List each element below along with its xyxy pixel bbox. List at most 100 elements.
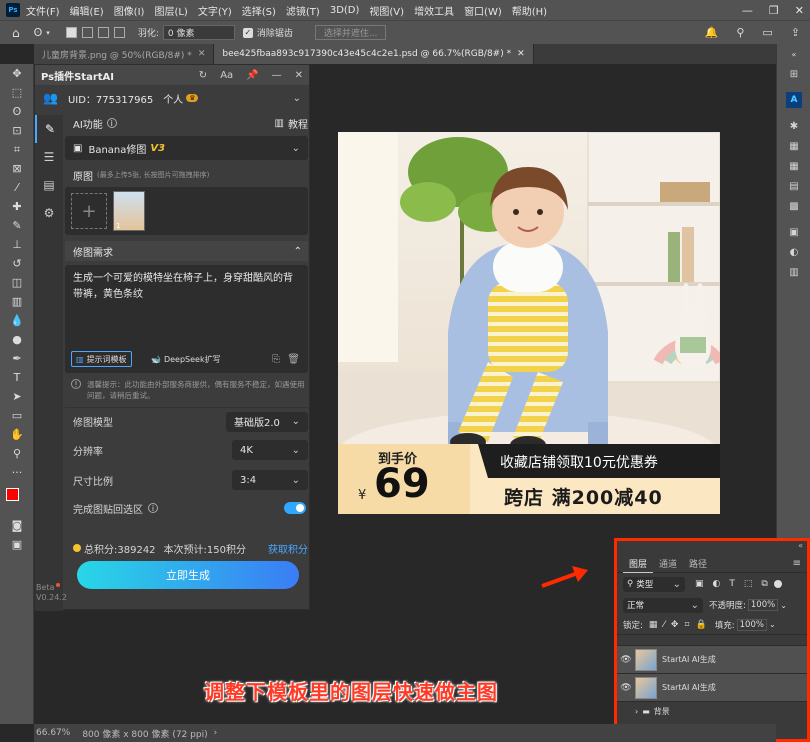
workspace-icon[interactable]: ▭ [762, 26, 772, 39]
blend-mode-select[interactable]: 正常 ⌄ [623, 597, 703, 613]
tab-psd[interactable]: bee425fbaa893c917390c43e45c4c2e1.psd @ 6… [214, 44, 534, 64]
menu-edit[interactable]: 编辑(E) [70, 3, 104, 18]
layer-row[interactable]: 👁 StartAI AI生成 [617, 673, 807, 701]
upload-plus-icon[interactable]: + [71, 193, 107, 229]
zoom-tool-icon[interactable]: ⚲ [0, 444, 34, 463]
move-tool-icon[interactable]: ✥ [0, 64, 34, 83]
chevron-down-icon[interactable]: ⌄ [780, 601, 787, 610]
gradients-icon[interactable]: ▤ [777, 176, 810, 196]
color-icon[interactable]: ▦ [777, 136, 810, 156]
blur-tool-icon[interactable]: 💧 [0, 311, 34, 330]
pin-icon[interactable]: 📌 [246, 70, 258, 81]
menu-filter[interactable]: 滤镜(T) [286, 3, 320, 18]
path-select-icon[interactable]: ➤ [0, 387, 34, 406]
fill-input[interactable]: 100% [736, 618, 767, 631]
feather-input[interactable]: 0 像素 [162, 25, 235, 40]
document-canvas[interactable]: 到手价 ¥ 69 收藏店铺领取10元优惠券 跨店 满200减40 [338, 132, 720, 514]
layers-stack-icon[interactable]: ☰ [35, 143, 63, 171]
lock-all-icon[interactable]: 🔒 [696, 620, 707, 630]
dodge-tool-icon[interactable]: ● [0, 330, 34, 349]
panel-menu-icon[interactable]: ≡ [793, 558, 801, 569]
add-selection-icon[interactable] [81, 27, 93, 38]
resolution-select[interactable]: 4K ⌄ [232, 440, 308, 460]
adjustments-icon[interactable]: ✱ [777, 116, 810, 136]
rectangle-tool-icon[interactable]: ▭ [0, 406, 34, 425]
generate-button[interactable]: 立即生成 [77, 561, 299, 589]
lock-pixels-icon[interactable]: ▦ [649, 620, 658, 630]
intersect-selection-icon[interactable] [113, 27, 125, 38]
layer-row[interactable]: 👁 StartAI AI生成 [617, 645, 807, 673]
menu-view[interactable]: 视图(V) [369, 3, 404, 18]
status-arrow-icon[interactable]: › [214, 728, 218, 738]
menu-help[interactable]: 帮助(H) [512, 3, 547, 18]
tab-channels[interactable]: 通道 [653, 555, 683, 573]
tutorial-link[interactable]: 教程 [288, 116, 308, 131]
color-swatches[interactable] [0, 482, 33, 516]
hand-tool-icon[interactable]: ✋ [0, 425, 34, 444]
menu-select[interactable]: 选择(S) [242, 3, 276, 18]
select-and-mask-button[interactable]: 选择并遮住... [314, 25, 387, 40]
expand-chevron-icon[interactable]: › [635, 707, 638, 716]
history-brush-icon[interactable]: ↺ [0, 254, 34, 273]
filter-pixel-icon[interactable]: ▣ [695, 579, 704, 589]
antialias-checkbox[interactable]: ✓ [242, 27, 253, 38]
minimize-icon[interactable]: — [272, 70, 282, 81]
startai-icon[interactable]: A [777, 90, 810, 110]
filter-toggle-icon[interactable] [773, 580, 782, 588]
get-points-link[interactable]: 获取积分 [268, 541, 308, 556]
visibility-eye-icon[interactable]: 👁 [617, 683, 635, 693]
close-icon[interactable]: ✕ [295, 70, 303, 81]
deepseek-expand-button[interactable]: 🐋 DeepSeek扩写 [147, 351, 225, 367]
object-select-icon[interactable]: ⊡ [0, 121, 34, 140]
info-icon[interactable]: i [148, 503, 158, 513]
menu-file[interactable]: 文件(F) [26, 3, 60, 18]
clone-stamp-icon[interactable]: ⊥ [0, 235, 34, 254]
channels-icon[interactable]: ▥ [777, 262, 810, 282]
model-select[interactable]: 基础版2.0 ⌄ [226, 411, 308, 432]
tab-paths[interactable]: 路径 [683, 555, 713, 573]
lock-paint-icon[interactable]: ⁄ [663, 620, 665, 630]
lasso-tool-icon[interactable]: ʘ [0, 102, 34, 121]
type-tool-icon[interactable]: T [0, 368, 34, 387]
properties-icon[interactable]: ◐ [777, 242, 810, 262]
search-icon[interactable]: ⚲ [736, 26, 744, 39]
history-icon[interactable]: ⎘ [272, 354, 280, 365]
ai-feature-select[interactable]: ▣ Banana修图 V3 ⌄ [65, 136, 308, 160]
tab-kids-room[interactable]: 儿童房背景.png @ 50%(RGB/8#) * ✕ [34, 44, 215, 64]
marquee-tool-icon[interactable]: ⬚ [0, 83, 34, 102]
layer-group-row[interactable]: › ▬ 背景 [617, 701, 807, 721]
crop-tool-icon[interactable]: ⌗ [0, 140, 34, 159]
filter-type-icon[interactable]: T [729, 579, 735, 589]
refresh-icon[interactable]: ↻ [199, 70, 207, 81]
edit-pen-icon[interactable]: ✎ [35, 115, 63, 143]
brush-tool-icon[interactable]: ✎ [0, 216, 34, 235]
eyedropper-icon[interactable]: ⁄ [0, 178, 34, 197]
filter-shape-icon[interactable]: ⬚ [744, 579, 753, 589]
paste-back-toggle[interactable] [284, 502, 306, 514]
prompt-textarea[interactable]: 生成一个可爱的模特坐在椅子上，身穿甜酷风的背带裤，黄色条纹 ▥ 提示词模板 🐋 … [65, 265, 308, 373]
libraries-icon[interactable]: ▣ [777, 222, 810, 242]
ratio-select[interactable]: 3:4 ⌄ [232, 470, 308, 490]
notification-icon[interactable]: 🔔 [705, 26, 719, 39]
menu-window[interactable]: 窗口(W) [464, 3, 502, 18]
eraser-icon[interactable]: ◫ [0, 273, 34, 292]
menu-image[interactable]: 图像(I) [114, 3, 145, 18]
font-size-icon[interactable]: Aa [220, 70, 233, 81]
collapse-panels-icon[interactable]: « [777, 44, 810, 64]
history-icon[interactable]: ⊞ [777, 64, 810, 84]
tab-layers[interactable]: 图层 [623, 555, 654, 573]
menu-type[interactable]: 文字(Y) [198, 3, 232, 18]
close-window-icon[interactable]: ✕ [795, 4, 804, 17]
lock-artboard-icon[interactable]: ⌗ [684, 620, 689, 630]
home-icon[interactable]: ⌂ [12, 26, 20, 40]
layer-filter-select[interactable]: ⚲ 类型 ⌄ [623, 576, 685, 592]
chevron-up-icon[interactable]: ⌃ [294, 246, 302, 257]
filter-adjust-icon[interactable]: ◐ [713, 579, 721, 589]
foreground-color[interactable] [6, 488, 19, 501]
filter-smart-icon[interactable]: ⧉ [761, 579, 767, 589]
frame-tool-icon[interactable]: ⊠ [0, 159, 34, 178]
share-icon[interactable]: ⇪ [791, 26, 800, 39]
source-thumbnail[interactable]: 1 [113, 191, 145, 231]
info-icon[interactable]: i [106, 118, 117, 128]
prompt-template-button[interactable]: ▥ 提示词模板 [71, 351, 132, 367]
